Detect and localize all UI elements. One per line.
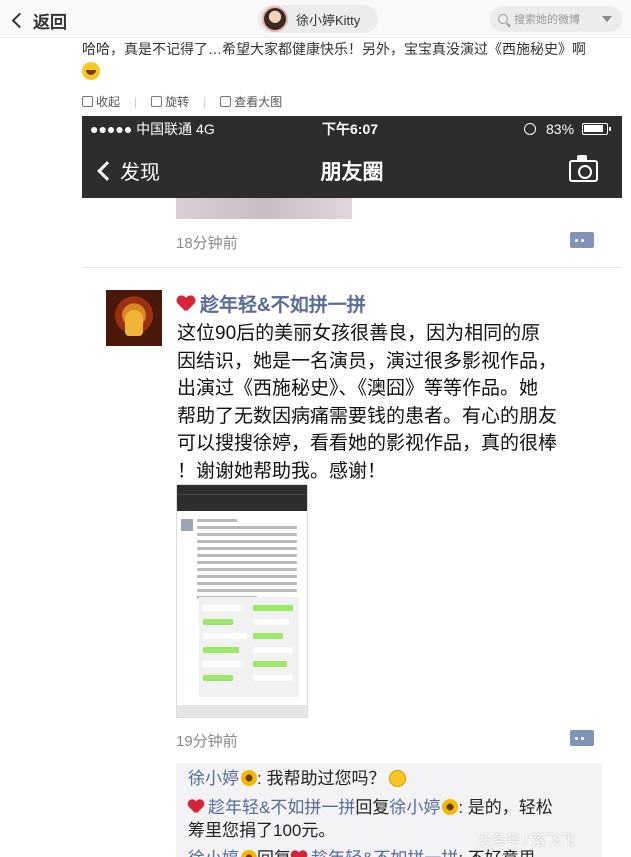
thumbnail-status-bar (177, 485, 307, 494)
comment: 趁年轻&不如拼一拼回复徐小婷 : 是的，轻松 (188, 796, 553, 820)
back-button[interactable]: 返回 (11, 8, 67, 33)
chevron-left-icon (11, 12, 28, 29)
thumbnail-navbar (177, 494, 307, 511)
comment-author: 徐小婷 (188, 769, 239, 788)
wechat-screenshot[interactable]: ●●●●● 中国联通 4G 下午6:07 83% 发现 朋友圈 18分钟前 趁年… (82, 116, 622, 857)
heart-icon (291, 851, 307, 857)
collapse-icon (82, 96, 93, 107)
sunflower-icon (241, 770, 257, 786)
avatar (106, 290, 162, 346)
divider: | (134, 94, 138, 109)
sunflower-icon (442, 799, 459, 815)
profile-name: 徐小婷Kitty (296, 12, 361, 28)
image-icon (220, 96, 232, 107)
weibo-top-bar: 返回 徐小婷Kitty 搜索她的微博 (0, 0, 631, 38)
post-image-thumbnail (176, 484, 308, 718)
reply-target: 徐小婷 (389, 798, 441, 817)
thumbnail-chat (199, 597, 299, 697)
post-text: 哈哈，真是不记得了…希望大家都健康快乐！另外，宝宝真没演过《西施秘史》啊 (82, 41, 586, 57)
clock: 下午6:07 (322, 121, 379, 137)
avatar (262, 6, 288, 32)
rotate-icon (151, 96, 163, 107)
post-line: 出演过《西施秘史》、《澳囧》等等作品。她 (177, 378, 539, 399)
reply-word: 回复 (355, 798, 390, 817)
comment-continuation: 筹里您捐了100元。 (188, 821, 336, 840)
battery-icon (582, 123, 611, 135)
reply-word: 回复 (257, 849, 291, 857)
timestamp: 19分钟前 (176, 733, 238, 750)
wechat-navbar: 发现 朋友圈 (82, 142, 622, 198)
carrier: ●●●●● 中国联通 4G (90, 121, 215, 137)
moments-feed: 18分钟前 趁年轻&不如拼一拼 这位90后的美丽女孩很善良，因为相同的原 因结识… (82, 198, 622, 857)
search-icon (498, 14, 508, 24)
heart-icon (177, 296, 195, 312)
search-input[interactable]: 搜索她的微博 (490, 6, 622, 32)
post-line: 因结识，她是一名演员，演过很多影视作品， (177, 350, 558, 372)
collapse-label: 收起 (96, 95, 121, 109)
thumbnail-text (181, 515, 303, 599)
view-large-button[interactable]: 查看大图 (220, 93, 282, 110)
post-line: 这位90后的美丽女孩很善良，因为相同的原 (177, 323, 541, 344)
reply-target: 趁年轻&不如拼一拼 (311, 849, 458, 857)
sunflower-icon (241, 850, 257, 857)
more-icon (570, 730, 594, 746)
post-line: ！谢谢她帮助我。感谢！ (177, 460, 387, 482)
laugh-emoji-icon (82, 62, 100, 80)
view-large-label: 查看大图 (234, 95, 283, 109)
divider: | (203, 94, 207, 109)
search-placeholder: 搜索她的微博 (514, 14, 580, 26)
page-title: 朋友圈 (320, 161, 384, 184)
battery-percent: 83% (546, 121, 575, 137)
comment-author: 徐小婷 (188, 849, 239, 857)
post-body: 这位90后的美丽女孩很善良，因为相同的原 因结识，她是一名演员，演过很多影视作品… (177, 320, 602, 485)
timestamp: 18分钟前 (176, 235, 238, 252)
post-line: 可以搜搜徐婷，看看她的影视作品，真的很棒 (177, 433, 558, 454)
post-line: 帮助了无数因病痛需要钱的患者。有心的朋友 (177, 405, 558, 427)
heart-icon (188, 800, 204, 814)
post-author: 趁年轻&不如拼一拼 (177, 290, 366, 317)
collapse-button[interactable]: 收起 (82, 93, 120, 110)
thumbnail-bottom-bar (177, 705, 307, 717)
author-name: 趁年轻&不如拼一拼 (200, 295, 366, 316)
more-icon (570, 232, 594, 248)
profile-pill[interactable]: 徐小婷Kitty (258, 5, 378, 33)
rotate-label: 旋转 (165, 95, 190, 109)
comment-text: : 我帮助过您吗？ (257, 769, 386, 788)
comment-text: : 不好意思 (458, 849, 535, 857)
camera-icon (569, 155, 598, 182)
back-label: 返回 (33, 13, 67, 32)
chevron-down-icon[interactable] (602, 16, 612, 22)
image-actions: 收起 | 旋转 | 查看大图 (82, 93, 282, 110)
rotation-lock-icon (524, 123, 536, 135)
comment-author: 趁年轻&不如拼一拼 (208, 798, 356, 817)
previous-post-image (176, 198, 352, 219)
comment-text: : 是的，轻松 (458, 798, 553, 817)
comment: 徐小婷 : 我帮助过您吗？ (188, 767, 407, 791)
watermark: 头条号 / 落飞飞 (478, 832, 574, 848)
divider (82, 267, 622, 268)
smile-emoji-icon (389, 770, 407, 787)
status-bar: ●●●●● 中国联通 4G 下午6:07 83% (82, 116, 622, 142)
rotate-button[interactable]: 旋转 (151, 93, 189, 110)
